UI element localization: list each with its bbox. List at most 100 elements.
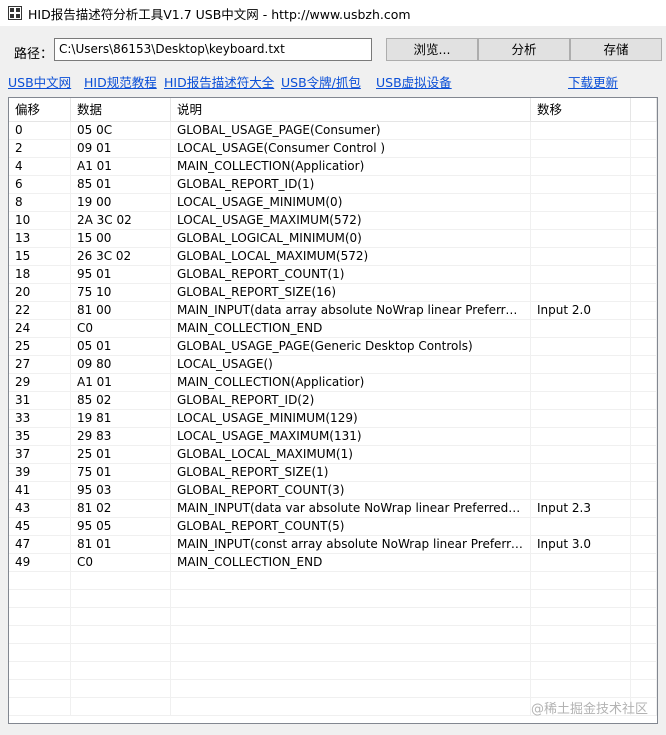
cell-offset [9,590,71,608]
table-row[interactable]: 25 05 01 GLOBAL_USAGE_PAGE(Generic Desktop… [9,338,657,356]
cell-extra [531,554,631,572]
table-row[interactable] [9,608,657,626]
cell-data: 19 81 [71,410,171,428]
cell-data: A1 01 [71,158,171,176]
cell-extra [531,356,631,374]
cell-data [71,608,171,626]
link-usb-token[interactable]: USB令牌/抓包 [281,72,361,91]
table-row[interactable]: 27 09 80 LOCAL_USAGE() [9,356,657,374]
cell-data: 95 03 [71,482,171,500]
table-row[interactable]: 33 19 81 LOCAL_USAGE_MINIMUM(129) [9,410,657,428]
header-extra[interactable]: 数移 [531,98,631,122]
cell-data: 19 00 [71,194,171,212]
link-hid-descriptors[interactable]: HID报告描述符大全 [164,72,274,91]
cell-offset: 22 [9,302,71,320]
link-hid-spec[interactable]: HID规范教程 [84,72,157,91]
header-offset[interactable]: 偏移 [9,98,71,122]
header-empty [631,98,657,122]
table-row[interactable]: 4 A1 01 MAIN_COLLECTION(Applicatior) [9,158,657,176]
table-row[interactable]: 2 09 01 LOCAL_USAGE(Consumer Control ) [9,140,657,158]
cell-filler [631,302,657,320]
cell-offset: 39 [9,464,71,482]
cell-filler [631,518,657,536]
table-row[interactable]: 31 85 02 GLOBAL_REPORT_ID(2) [9,392,657,410]
cell-offset [9,608,71,626]
cell-filler [631,572,657,590]
cell-extra [531,446,631,464]
cell-data: 85 01 [71,176,171,194]
cell-extra [531,194,631,212]
cell-extra [531,662,631,680]
cell-filler [631,608,657,626]
cell-data: 81 02 [71,500,171,518]
cell-description: GLOBAL_REPORT_SIZE(16) [171,284,531,302]
table-row[interactable] [9,590,657,608]
cell-extra [531,572,631,590]
cell-description: LOCAL_USAGE_MAXIMUM(572) [171,212,531,230]
cell-description [171,698,531,716]
cell-offset: 43 [9,500,71,518]
app-grid-icon [8,6,22,20]
cell-filler [631,590,657,608]
cell-data: A1 01 [71,374,171,392]
cell-filler [631,410,657,428]
link-download-update[interactable]: 下载更新 [568,72,618,91]
table-row[interactable]: 15 26 3C 02 GLOBAL_LOCAL_MAXIMUM(572) [9,248,657,266]
table-row[interactable]: 18 95 01 GLOBAL_REPORT_COUNT(1) [9,266,657,284]
table-row[interactable] [9,572,657,590]
cell-offset: 41 [9,482,71,500]
cell-offset: 33 [9,410,71,428]
table-row[interactable]: 49 C0 MAIN_COLLECTION_END [9,554,657,572]
table-row[interactable]: 35 29 83 LOCAL_USAGE_MAXIMUM(131) [9,428,657,446]
link-bar: USB中文网 HID规范教程 HID报告描述符大全 USB令牌/抓包 USB虚拟… [0,70,666,90]
table-row[interactable] [9,680,657,698]
cell-offset: 27 [9,356,71,374]
table-row[interactable]: 29 A1 01 MAIN_COLLECTION(Applicatior) [9,374,657,392]
path-input[interactable]: C:\Users\86153\Desktop\keyboard.txt [54,38,372,61]
analyze-button[interactable]: 分析 [478,38,570,61]
table-row[interactable]: 22 81 00 MAIN_INPUT(data array absolute No… [9,302,657,320]
cell-extra [531,464,631,482]
table-row[interactable]: 10 2A 3C 02 LOCAL_USAGE_MAXIMUM(572) [9,212,657,230]
cell-description [171,572,531,590]
table-row[interactable]: 39 75 01 GLOBAL_REPORT_SIZE(1) [9,464,657,482]
table-row[interactable] [9,644,657,662]
cell-extra [531,608,631,626]
cell-offset: 20 [9,284,71,302]
cell-filler [631,482,657,500]
watermark: @稀土掘金技术社区 [530,702,648,717]
table-row[interactable]: 43 81 02 MAIN_INPUT(data var absolute NoWr… [9,500,657,518]
table-row[interactable]: 41 95 03 GLOBAL_REPORT_COUNT(3) [9,482,657,500]
table-row[interactable] [9,662,657,680]
cell-data [71,626,171,644]
cell-description: LOCAL_USAGE_MINIMUM(129) [171,410,531,428]
table-row[interactable]: 45 95 05 GLOBAL_REPORT_COUNT(5) [9,518,657,536]
save-button[interactable]: 存储 [570,38,662,61]
cell-filler [631,320,657,338]
browse-button[interactable]: 浏览... [386,38,478,61]
link-usb-virtual[interactable]: USB虚拟设备 [376,72,452,91]
table-row[interactable] [9,626,657,644]
table-row[interactable]: 6 85 01 GLOBAL_REPORT_ID(1) [9,176,657,194]
cell-description: GLOBAL_REPORT_COUNT(1) [171,266,531,284]
table-row[interactable]: 24 C0 MAIN_COLLECTION_END [9,320,657,338]
cell-data: 81 00 [71,302,171,320]
link-usb-cn[interactable]: USB中文网 [8,72,71,91]
cell-extra: Input 3.0 [531,536,631,554]
cell-extra [531,644,631,662]
table-row[interactable]: 20 75 10 GLOBAL_REPORT_SIZE(16) [9,284,657,302]
header-description[interactable]: 说明 [171,98,531,122]
cell-extra [531,158,631,176]
cell-data: 26 3C 02 [71,248,171,266]
header-data[interactable]: 数据 [71,98,171,122]
cell-description: GLOBAL_REPORT_COUNT(3) [171,482,531,500]
table-row[interactable]: 47 81 01 MAIN_INPUT(const array absolute N… [9,536,657,554]
cell-filler [631,356,657,374]
cell-filler [631,446,657,464]
table-row[interactable]: 37 25 01 GLOBAL_LOCAL_MAXIMUM(1) [9,446,657,464]
cell-offset: 49 [9,554,71,572]
table-row[interactable]: 0 05 0C GLOBAL_USAGE_PAGE(Consumer) [9,122,657,140]
table-row[interactable]: 8 19 00 LOCAL_USAGE_MINIMUM(0) [9,194,657,212]
table-row[interactable]: 13 15 00 GLOBAL_LOGICAL_MINIMUM(0) [9,230,657,248]
descriptor-table[interactable]: 偏移 数据 说明 数移 0 05 0C GLOBAL_USAGE_PAGE(Cons… [8,97,658,724]
